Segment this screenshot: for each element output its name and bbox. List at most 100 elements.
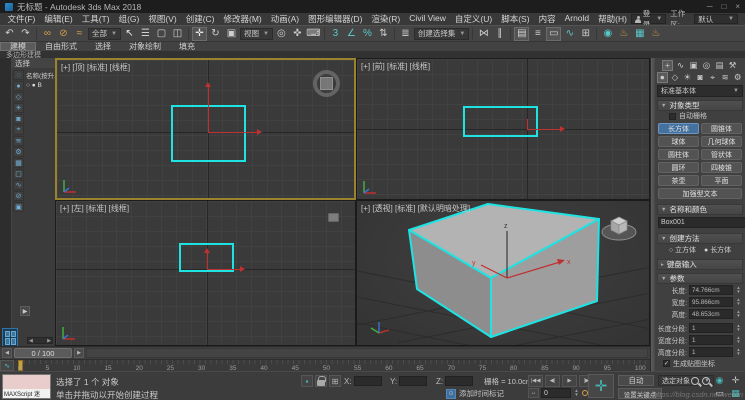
segment-2-spinner[interactable]: ▲▼ (735, 348, 742, 356)
param-0-spinner[interactable]: ▲▼ (735, 286, 742, 294)
select-and-link-icon[interactable]: ∞ (40, 27, 55, 41)
segment-0-spinner[interactable]: ▲▼ (735, 324, 742, 332)
display-tab-icon[interactable]: ▤ (714, 60, 725, 71)
frame-spinner[interactable]: ▲▼ (573, 389, 580, 397)
mirror-icon[interactable]: ⋈ (476, 27, 491, 41)
keyboard-override-icon[interactable]: ⌨ (306, 27, 321, 41)
filter-helpers-icon[interactable]: ⌖ (13, 125, 24, 135)
select-and-rotate-icon[interactable]: ↻ (208, 27, 223, 41)
filter-lights-icon[interactable]: ☀ (13, 103, 24, 113)
menu-item-0[interactable]: 文件(F) (3, 13, 40, 25)
viewport-top[interactable]: [+] [顶] [标准] [线框] (55, 58, 356, 200)
sign-in-dropdown[interactable]: 登录 ▼ (631, 14, 666, 24)
filter-curves-icon[interactable]: ∿ (13, 180, 24, 190)
maxscript-mini-listener[interactable]: MAXScript 迷 (2, 374, 51, 399)
autogrid-checkbox[interactable] (669, 113, 676, 120)
viewport-left-label[interactable]: [+] [左] [标准] [线框] (60, 203, 129, 214)
segment-1-spinner[interactable]: ▲▼ (735, 336, 742, 344)
filter-systems-icon[interactable]: ⚙ (13, 147, 24, 157)
primitive-button-6[interactable]: 圆环 (658, 162, 699, 173)
primitive-button-7[interactable]: 四棱锥 (701, 162, 742, 173)
filter-materials-icon[interactable]: ▣ (13, 202, 24, 212)
utilities-tab-icon[interactable]: ⚒ (727, 60, 738, 71)
param-2-field[interactable]: 48.653cm (689, 309, 733, 319)
create-tab-icon[interactable]: + (662, 60, 673, 71)
explorer-expand-button[interactable]: ▶ (20, 306, 30, 316)
select-object-icon[interactable]: ↖ (122, 27, 137, 41)
segment-0-field[interactable]: 1 (689, 323, 733, 333)
menu-item-7[interactable]: 动画(A) (266, 13, 303, 25)
menu-item-14[interactable]: Arnold (560, 13, 594, 25)
go-to-start-button[interactable]: |◀◀ (528, 375, 543, 387)
schematic-view-icon[interactable]: ⊞ (578, 27, 593, 41)
lights-subtab-icon[interactable]: ☀ (682, 72, 693, 83)
systems-subtab-icon[interactable]: ⚙ (732, 72, 743, 83)
angle-snap-icon[interactable]: ∠ (344, 27, 359, 41)
menu-item-1[interactable]: 编辑(E) (40, 13, 77, 25)
primitive-button-2[interactable]: 球体 (658, 136, 699, 147)
ribbon-tab-2[interactable]: 选择 (86, 42, 120, 51)
docked-panel-edge[interactable] (0, 58, 12, 346)
viewport-front[interactable]: [+] [前] [标准] [线框] (356, 58, 650, 200)
auto-key-button[interactable]: 自动 (618, 375, 654, 386)
menu-item-6[interactable]: 修改器(M) (219, 13, 266, 25)
ribbon-tab-1[interactable]: 自由形式 (36, 42, 86, 51)
menu-item-5[interactable]: 创建(C) (181, 13, 219, 25)
y-coordinate-field[interactable] (399, 376, 427, 386)
spinner-snap-icon[interactable]: ⇅ (376, 27, 391, 41)
param-0-field[interactable]: 74.766cm (689, 285, 733, 295)
primitive-button-0[interactable]: 长方体 (658, 123, 699, 134)
rollout-parameters[interactable]: ▼参数 (657, 273, 743, 284)
param-2-spinner[interactable]: ▲▼ (735, 310, 742, 318)
use-pivot-center-icon[interactable]: ◎ (274, 27, 289, 41)
rollout-keyboard-entry[interactable]: ▸键盘输入 (657, 259, 743, 270)
geometry-subtab-icon[interactable]: ● (657, 72, 668, 83)
helpers-subtab-icon[interactable]: ⌖ (707, 72, 718, 83)
macro-recorder-pane[interactable] (3, 375, 50, 389)
box-radio[interactable]: ● 长方体 (704, 245, 731, 255)
toggle-ribbon-icon[interactable]: ▭ (546, 27, 561, 41)
pan-icon[interactable]: ✛ (729, 375, 742, 386)
material-editor-icon[interactable]: ◉ (600, 27, 615, 41)
param-1-field[interactable]: 95.866cm (689, 297, 733, 307)
viewport-left[interactable]: [+] [左] [标准] [线框] (55, 200, 356, 346)
workspace-dropdown[interactable]: 默认 ▼ (694, 14, 738, 24)
filter-frozen-icon[interactable]: ▢ (13, 169, 24, 179)
viewport-front-label[interactable]: [+] [前] [标准] [线框] (361, 61, 430, 72)
filter-shapes-icon[interactable]: ◇ (13, 92, 24, 102)
x-coordinate-field[interactable] (354, 376, 382, 386)
menu-item-12[interactable]: 脚本(S) (497, 13, 534, 25)
perspective-canvas[interactable]: z x y (357, 201, 650, 346)
undo-icon[interactable]: ↶ (2, 27, 17, 41)
zoom-extents-icon[interactable]: ◉ (713, 375, 726, 386)
menu-item-3[interactable]: 组(G) (114, 13, 144, 25)
menu-item-2[interactable]: 工具(T) (77, 13, 114, 25)
selection-filter-dropdown[interactable]: 全部▼ (88, 28, 121, 40)
menu-item-15[interactable]: 帮助(H) (594, 13, 632, 25)
zoom-icon[interactable] (691, 377, 699, 385)
mapping-coords-checkbox[interactable]: ✓ (663, 360, 670, 367)
redo-icon[interactable]: ↷ (18, 27, 33, 41)
viewcube[interactable] (328, 213, 339, 222)
primitive-button-10[interactable]: 加强型文本 (658, 188, 742, 199)
percent-snap-icon[interactable]: % (360, 27, 375, 41)
explorer-hscrollbar[interactable]: ◀▶ (27, 337, 53, 344)
cube-radio[interactable]: ○ 立方体 (669, 245, 696, 255)
motion-tab-icon[interactable]: ◎ (701, 60, 712, 71)
cameras-subtab-icon[interactable]: ◙ (695, 72, 706, 83)
shapes-subtab-icon[interactable]: ◇ (670, 72, 681, 83)
render-setup-icon[interactable]: ♨ (616, 27, 631, 41)
select-and-manipulate-icon[interactable]: ✜ (290, 27, 305, 41)
primitive-button-4[interactable]: 圆柱体 (658, 149, 699, 160)
viewport-layout-tabs-icon[interactable] (2, 328, 18, 347)
filter-groups-icon[interactable]: ▦ (13, 158, 24, 168)
name-column-header[interactable]: 名称(按升... (26, 70, 55, 80)
add-time-tag-label[interactable]: 添加时间标记 (459, 388, 504, 399)
select-by-name-icon[interactable]: ☰ (138, 27, 153, 41)
absolute-mode-toggle-icon[interactable]: ⊞ (329, 375, 341, 387)
listener-pane[interactable]: MAXScript 迷 (3, 389, 50, 398)
primitive-button-9[interactable]: 平面 (701, 175, 742, 186)
filter-hidden-icon[interactable]: ⊘ (13, 191, 24, 201)
primitive-button-3[interactable]: 几何球体 (701, 136, 742, 147)
ribbon-tab-4[interactable]: 填充 (170, 42, 204, 51)
